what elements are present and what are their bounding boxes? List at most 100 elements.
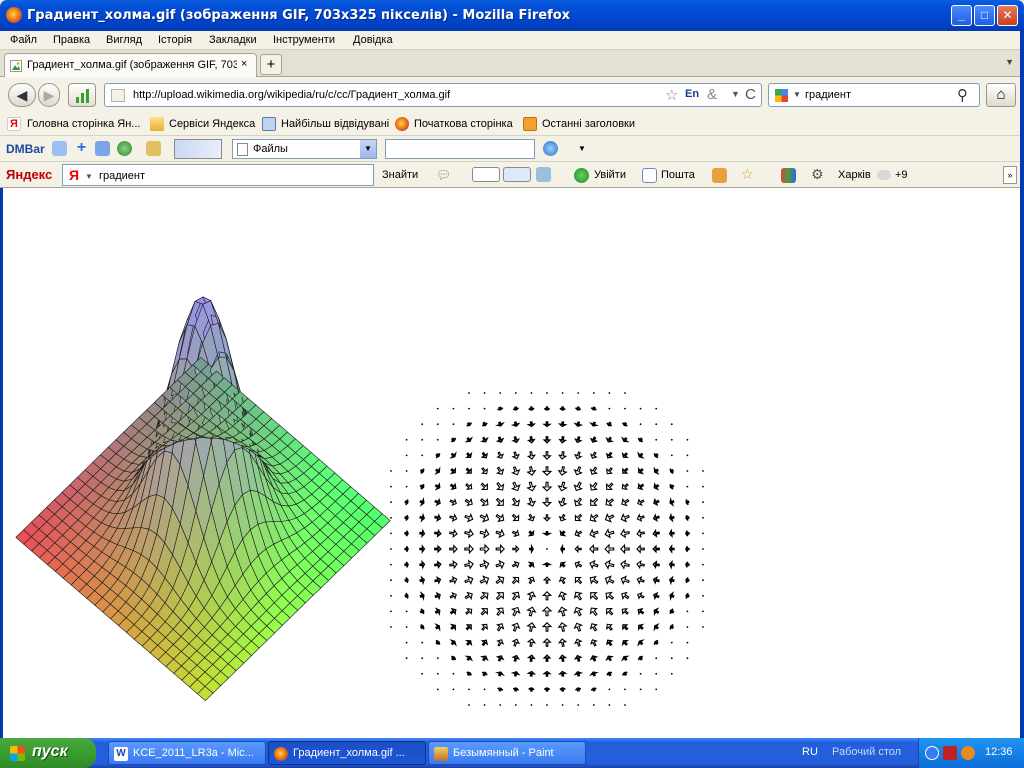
gradient-arrow bbox=[668, 512, 675, 523]
tab-close-icon[interactable]: × bbox=[241, 58, 247, 70]
field-dot bbox=[624, 392, 626, 394]
task-paint[interactable]: Безымянный - Paint bbox=[428, 741, 586, 765]
gradient-arrow bbox=[652, 513, 660, 523]
widgets-icon[interactable] bbox=[781, 168, 796, 183]
window-title: Градиент_холма.gif (зображення GIF, 703x… bbox=[27, 8, 571, 23]
field-dot bbox=[546, 392, 548, 394]
language-indicator[interactable]: RU bbox=[802, 746, 818, 758]
search-bar[interactable]: ▼ градиент ⚲ bbox=[768, 83, 980, 107]
gradient-arrow bbox=[450, 655, 457, 661]
new-tab-button[interactable]: + bbox=[260, 54, 282, 75]
dm-search-icon[interactable] bbox=[543, 141, 558, 156]
menu-view[interactable]: Вигляд bbox=[106, 34, 142, 46]
mail-icon[interactable] bbox=[642, 168, 657, 183]
dm-tool-1-icon[interactable] bbox=[52, 141, 67, 156]
url-input[interactable]: http://upload.wikimedia.org/wikipedia/ru… bbox=[133, 89, 450, 101]
gradient-arrow bbox=[541, 481, 553, 492]
gradient-arrow bbox=[481, 467, 489, 475]
weather-city[interactable]: Харків bbox=[838, 169, 871, 181]
chevron-down-icon[interactable]: ▼ bbox=[360, 140, 376, 158]
gradient-arrow bbox=[449, 576, 458, 585]
yandex-find-button[interactable]: Знайти bbox=[382, 169, 418, 181]
menu-file[interactable]: Файл bbox=[10, 34, 37, 46]
tray-app-icon[interactable] bbox=[961, 746, 975, 760]
field-dot bbox=[405, 610, 408, 613]
url-bar[interactable]: http://upload.wikimedia.org/wikipedia/ru… bbox=[104, 83, 762, 107]
dm-thumbnail[interactable] bbox=[174, 139, 222, 159]
menu-tools[interactable]: Інструменти bbox=[273, 34, 335, 46]
yandex-search-field[interactable]: Я ▼ градиент bbox=[62, 164, 374, 186]
gradient-arrow bbox=[465, 624, 472, 631]
task-word[interactable]: W KCE_2011_LR3a - Mic... bbox=[108, 741, 266, 765]
tray-arrow-icon[interactable] bbox=[925, 746, 939, 760]
field-dot bbox=[592, 704, 595, 706]
toolbar-overflow-icon[interactable]: » bbox=[1003, 166, 1017, 184]
dm-more-icon[interactable]: ▼ bbox=[578, 144, 586, 153]
ampersand-icon[interactable]: & bbox=[707, 86, 717, 103]
field-dot bbox=[655, 657, 658, 660]
spellcheck-icon[interactable] bbox=[472, 167, 500, 182]
gradient-arrow bbox=[590, 639, 598, 647]
menu-edit[interactable]: Правка bbox=[53, 34, 90, 46]
search-input[interactable]: градиент bbox=[805, 89, 851, 101]
back-button[interactable]: ◀ bbox=[8, 83, 36, 107]
forward-button[interactable]: ▶ bbox=[38, 83, 60, 107]
menu-history[interactable]: Історія bbox=[158, 34, 192, 46]
translate-icon[interactable] bbox=[503, 167, 531, 182]
home-button[interactable]: ⌂ bbox=[986, 83, 1016, 107]
field-dot bbox=[514, 704, 517, 706]
minimize-button[interactable]: _ bbox=[951, 5, 972, 26]
menu-help[interactable]: Довідка bbox=[353, 34, 393, 46]
files-select[interactable]: Файлы ▼ bbox=[232, 139, 377, 159]
tray-acrobat-icon[interactable] bbox=[943, 746, 957, 760]
dm-tool-2-icon[interactable] bbox=[95, 141, 110, 156]
settings-gear-icon[interactable]: ⚙ bbox=[811, 167, 826, 183]
login-icon[interactable] bbox=[574, 168, 589, 183]
site-identity-icon[interactable] bbox=[111, 89, 125, 102]
desktop-toolbar[interactable]: Рабочий стол bbox=[832, 746, 901, 758]
bookmarks-toolbar: Я Головна сторінка Ян... Сервіси Яндекса… bbox=[0, 113, 1024, 136]
dictionary-icon[interactable] bbox=[536, 167, 551, 182]
google-icon[interactable] bbox=[775, 89, 788, 102]
search-icon[interactable]: ⚲ bbox=[957, 86, 968, 104]
bookmark-star-icon[interactable]: ☆ bbox=[665, 86, 678, 104]
globe-icon[interactable] bbox=[117, 141, 132, 156]
engine-dropdown-icon[interactable]: ▼ bbox=[793, 90, 801, 99]
stats-icon[interactable] bbox=[68, 83, 96, 107]
gradient-arrow bbox=[557, 421, 568, 428]
title-bar[interactable]: Градиент_холма.gif (зображення GIF, 703x… bbox=[0, 0, 1024, 31]
close-button[interactable]: ✕ bbox=[997, 5, 1018, 26]
add-icon[interactable]: + bbox=[74, 140, 89, 156]
url-history-dropdown-icon[interactable]: ▼ bbox=[731, 89, 740, 99]
yandex-logo[interactable]: Яндекс bbox=[6, 167, 52, 182]
tab-list-icon[interactable]: ▼ bbox=[1005, 57, 1014, 67]
speech-bubble-icon[interactable]: 💬︎ bbox=[436, 168, 451, 183]
dm-tool-3-icon[interactable] bbox=[146, 141, 161, 156]
task-firefox[interactable]: Градиент_холма.gif ... bbox=[268, 741, 426, 765]
dm-search-input[interactable] bbox=[385, 139, 535, 159]
tab-gradient-gif[interactable]: Градиент_холма.gif (зображення GIF, 703.… bbox=[4, 53, 257, 77]
yandex-login-button[interactable]: Увійти bbox=[594, 169, 626, 181]
ya-dropdown-icon[interactable]: ▼ bbox=[85, 172, 93, 181]
gradient-arrow bbox=[668, 528, 675, 539]
gradient-arrow bbox=[464, 528, 474, 539]
menu-bookmarks[interactable]: Закладки bbox=[209, 34, 257, 46]
gradient-arrow bbox=[669, 591, 675, 601]
bookmark-yandex-services[interactable]: Сервіси Яндекса bbox=[169, 118, 255, 130]
bookmark-yandex-home[interactable]: Головна сторінка Ян... bbox=[27, 118, 140, 130]
bookmark-most-visited[interactable]: Найбільш відвідувані bbox=[281, 118, 389, 130]
music-icon[interactable] bbox=[712, 168, 727, 183]
yandex-search-input[interactable]: градиент bbox=[99, 170, 145, 182]
gradient-arrow bbox=[526, 654, 536, 662]
maximize-button[interactable]: □ bbox=[974, 5, 995, 26]
yandex-mail-button[interactable]: Пошта bbox=[661, 169, 695, 181]
bookmark-start-page[interactable]: Початкова сторінка bbox=[414, 118, 513, 130]
translate-en-icon[interactable]: En bbox=[685, 88, 699, 100]
favorites-star-icon[interactable]: ☆ bbox=[741, 167, 756, 183]
start-button[interactable]: пуск bbox=[0, 738, 96, 768]
reload-icon[interactable]: C bbox=[745, 86, 756, 103]
gradient-arrow bbox=[419, 468, 425, 474]
weather-temperature[interactable]: +9 bbox=[895, 169, 908, 181]
bookmark-latest-headlines[interactable]: Останні заголовки bbox=[542, 118, 635, 130]
gradient-arrow bbox=[465, 639, 473, 647]
